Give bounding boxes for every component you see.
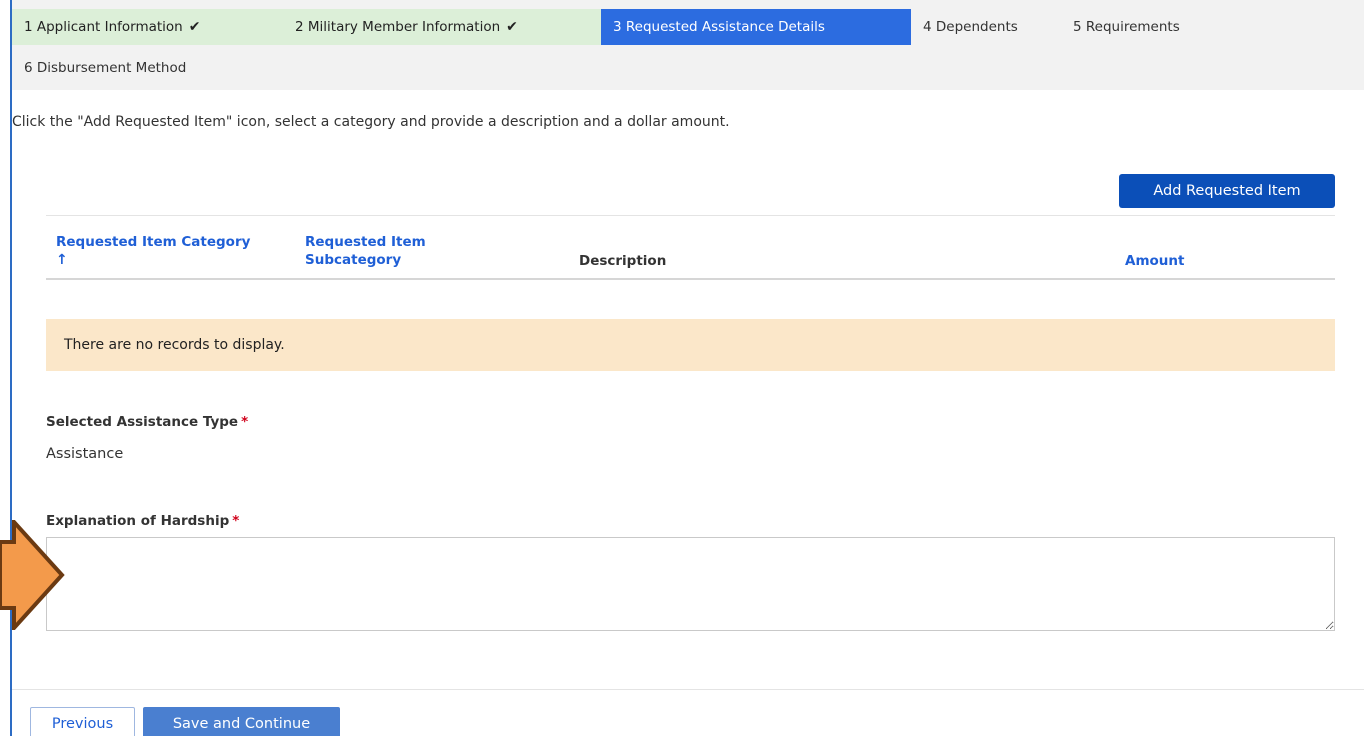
sort-ascending-icon[interactable]: ↑ bbox=[56, 251, 291, 269]
step-label: 1 Applicant Information bbox=[24, 19, 183, 35]
step-requested-assistance-details[interactable]: 3 Requested Assistance Details bbox=[601, 9, 911, 45]
required-marker: * bbox=[232, 513, 240, 529]
checkmark-icon: ✔ bbox=[188, 19, 201, 35]
divider bbox=[46, 215, 1335, 216]
label-text: Selected Assistance Type bbox=[46, 414, 239, 430]
footer-divider bbox=[12, 689, 1364, 690]
assistance-type-value: Assistance bbox=[46, 446, 124, 462]
table-header-divider bbox=[46, 278, 1335, 280]
column-header-category[interactable]: Requested Item Category ↑ bbox=[56, 233, 291, 269]
instructions-text: Click the "Add Requested Item" icon, sel… bbox=[12, 114, 730, 130]
column-header-label: Requested Item Category bbox=[56, 234, 251, 250]
hardship-label: Explanation of Hardship * bbox=[46, 513, 239, 529]
save-and-continue-button[interactable]: Save and Continue bbox=[143, 707, 340, 736]
previous-button[interactable]: Previous bbox=[30, 707, 135, 736]
checkmark-icon: ✔ bbox=[506, 19, 518, 35]
step-applicant-information[interactable]: 1 Applicant Information ✔ bbox=[12, 9, 283, 45]
empty-records-message: There are no records to display. bbox=[46, 319, 1335, 371]
orange-arrow-annotation-icon bbox=[0, 520, 65, 630]
assistance-type-label: Selected Assistance Type * bbox=[46, 414, 248, 430]
label-text: Explanation of Hardship bbox=[46, 513, 230, 529]
step-label: 6 Disbursement Method bbox=[24, 60, 187, 76]
step-label: 3 Requested Assistance Details bbox=[613, 19, 825, 35]
step-label: 2 Military Member Information bbox=[295, 19, 501, 35]
hardship-explanation-textarea[interactable] bbox=[46, 537, 1335, 631]
column-header-description: Description bbox=[579, 253, 667, 269]
required-marker: * bbox=[241, 414, 249, 430]
step-tabs: 1 Applicant Information ✔ 2 Military Memb… bbox=[12, 0, 1364, 90]
step-requirements[interactable]: 5 Requirements bbox=[1061, 9, 1261, 45]
step-military-member-information[interactable]: 2 Military Member Information ✔ bbox=[283, 9, 601, 45]
step-disbursement-method[interactable]: 6 Disbursement Method bbox=[12, 50, 272, 86]
step-label: 4 Dependents bbox=[923, 19, 1018, 35]
column-header-amount[interactable]: Amount bbox=[1125, 252, 1184, 270]
add-requested-item-button[interactable]: Add Requested Item bbox=[1119, 174, 1335, 208]
step-dependents[interactable]: 4 Dependents bbox=[911, 9, 1061, 45]
step-label: 5 Requirements bbox=[1073, 19, 1180, 35]
column-header-subcategory[interactable]: Requested Item Subcategory bbox=[305, 233, 485, 269]
